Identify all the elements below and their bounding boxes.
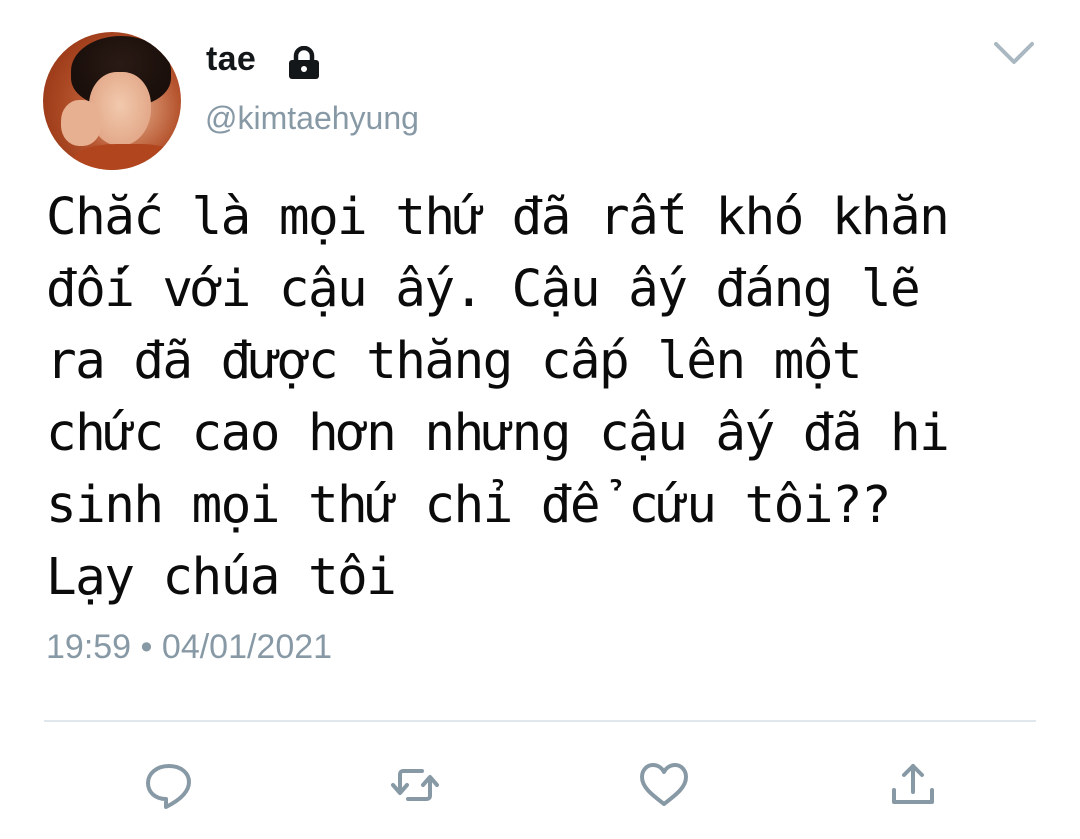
retweet-button[interactable] bbox=[388, 758, 442, 812]
share-icon bbox=[892, 764, 934, 804]
tweet-timestamp[interactable]: 19:59 • 04/01/2021 bbox=[46, 628, 332, 667]
lock-icon bbox=[289, 46, 319, 79]
user-handle[interactable]: @kimtaehyung bbox=[205, 100, 419, 137]
meta-separator: • bbox=[140, 628, 153, 666]
chevron-down-icon[interactable] bbox=[990, 36, 1038, 68]
divider bbox=[44, 720, 1036, 722]
tweet-date: 04/01/2021 bbox=[161, 628, 333, 666]
display-name[interactable]: tae bbox=[206, 40, 256, 79]
tweet-text: Chắc là mọi thứ đã rất khó khăn đối với … bbox=[46, 188, 950, 607]
like-button[interactable] bbox=[637, 758, 691, 812]
reply-icon bbox=[146, 764, 191, 809]
avatar[interactable] bbox=[43, 32, 181, 170]
share-button[interactable] bbox=[886, 758, 940, 812]
avatar-shirt bbox=[73, 144, 181, 170]
reply-button[interactable] bbox=[142, 758, 196, 812]
avatar-hand bbox=[61, 100, 101, 146]
like-icon bbox=[640, 763, 688, 806]
tweet-time: 19:59 bbox=[46, 628, 132, 666]
retweet-icon bbox=[391, 769, 439, 801]
